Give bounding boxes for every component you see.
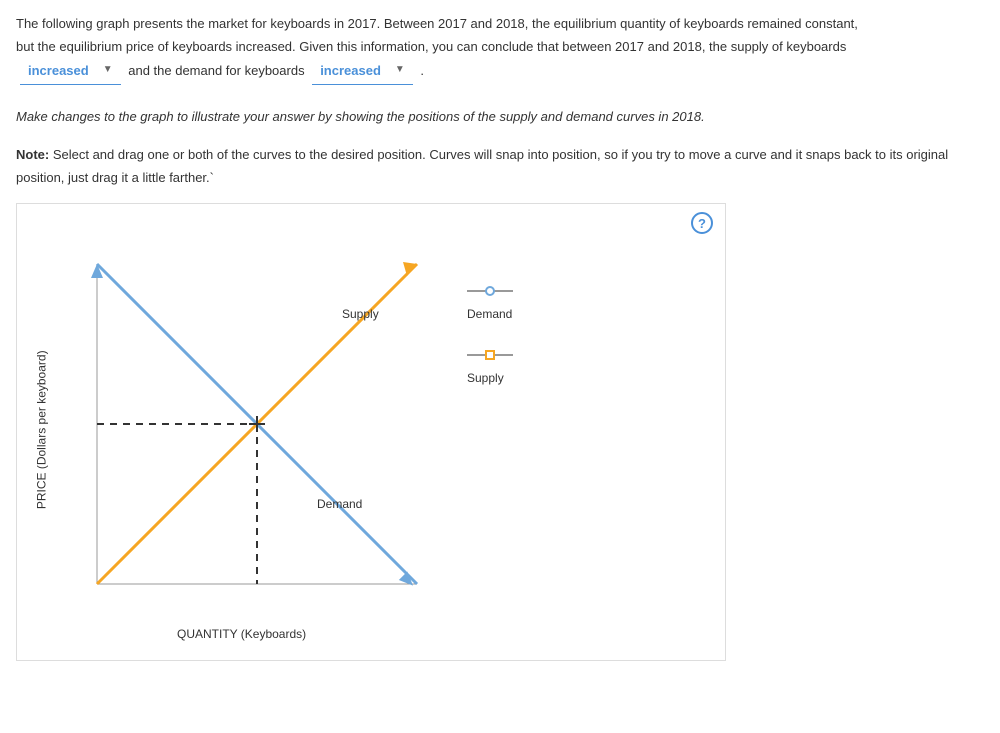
intro-line-3: increased ▼ and the demand for keyboards… [16,59,984,85]
note-bold: Note: [16,147,49,162]
supply-curve-label: Supply [342,304,379,326]
question-mark-icon: ? [698,212,706,235]
chart-svg [57,244,427,614]
intro-tail: . [420,63,424,78]
intro-mid: and the demand for keyboards [128,63,308,78]
intro-line-2a: but the equilibrium price of keyboards i… [16,39,846,54]
demand-curve-label: Demand [317,494,362,516]
legend-demand-icon [467,284,513,298]
plot-area[interactable]: Supply Demand [57,244,427,614]
dropdown-supply-change-value: increased [28,59,89,82]
dropdown-demand-change-value: increased [320,59,381,82]
y-axis-label-wrap: PRICE (Dollars per keyboard) [27,244,57,614]
x-axis-label: QUANTITY (Keyboards) [177,624,725,646]
note-text: Note: Select and drag one or both of the… [16,143,984,190]
legend-supply[interactable]: Supply [467,348,513,390]
legend-demand-label: Demand [467,304,512,326]
caret-down-icon: ▼ [103,61,113,79]
y-axis-label: PRICE (Dollars per keyboard) [31,350,53,509]
dropdown-demand-change[interactable]: increased ▼ [312,59,413,85]
intro-line-2: but the equilibrium price of keyboards i… [16,35,984,58]
graph-panel: ? PRICE (Dollars per keyboard) [16,203,726,661]
note-body: Select and drag one or both of the curve… [16,147,948,185]
legend-supply-icon [467,348,513,362]
dropdown-supply-change[interactable]: increased ▼ [20,59,121,85]
legend: Demand Supply [427,244,513,614]
intro-line-1: The following graph presents the market … [16,12,984,35]
question-intro: The following graph presents the market … [16,12,984,85]
instruction-text: Make changes to the graph to illustrate … [16,105,984,128]
legend-supply-label: Supply [467,368,504,390]
legend-demand[interactable]: Demand [467,284,513,326]
caret-down-icon: ▼ [395,61,405,79]
